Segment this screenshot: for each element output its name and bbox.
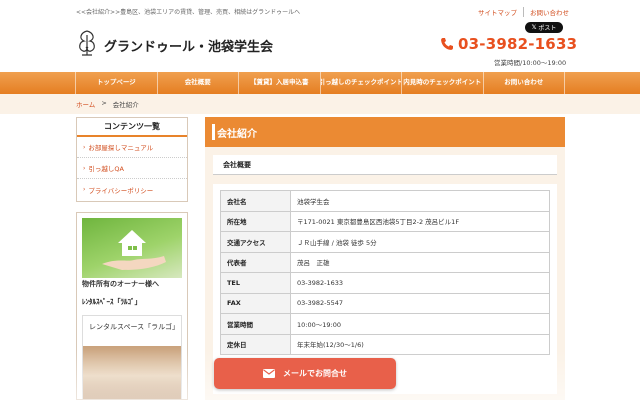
table-row: 営業時間 10:00〜19:00 — [220, 313, 550, 335]
nav-viewing-checkpoints[interactable]: 内見時のチェックポイント — [401, 72, 483, 94]
breadcrumb-home[interactable]: ホーム — [76, 99, 95, 109]
nav-moving-checkpoints[interactable]: 引っ越しのチェックポイント — [319, 72, 401, 94]
chevron-right-icon: › — [83, 164, 86, 172]
nav-top[interactable]: トップページ — [75, 72, 157, 94]
table-row: 定休日 年末年始(12/30〜1/6) — [220, 333, 550, 355]
row-key: 所在地 — [220, 210, 291, 232]
breadcrumb: ホーム > 会社紹介 — [76, 99, 139, 109]
table-row: 会社名 池袋学生会 — [220, 190, 550, 212]
envelope-icon — [263, 369, 275, 378]
site-tagline: <<会社紹介>>豊島区、池袋エリアの賃貸、管理、売買、相続はグランドゥールへ — [76, 9, 301, 16]
mail-button-label: メールでお問合せ — [283, 369, 347, 378]
sitemap-link[interactable]: サイトマップ — [474, 7, 523, 17]
breadcrumb-separator: > — [101, 99, 107, 107]
rental-space-banner[interactable]: レンタルスペース「ラルゴ」 — [82, 315, 182, 399]
global-nav: トップページ 会社概要 【賃貸】入居申込書 引っ越しのチェックポイント 内見時の… — [0, 72, 640, 94]
section-title: 会社概要 — [213, 155, 557, 175]
phone-number[interactable]: 03-3982-1633 — [440, 35, 577, 53]
owner-banner-caption: 物件所有のオーナー様へ — [82, 280, 159, 288]
sidebar-item-moving-qa[interactable]: › 引っ越しQA — [77, 158, 187, 179]
row-key: TEL — [220, 272, 291, 294]
row-key: 代表者 — [220, 251, 291, 273]
sidebar-contents: コンテンツ一覧 › お部屋探しマニュアル › 引っ越しQA › プライバシーポリ… — [76, 117, 188, 202]
nav-contact[interactable]: お問い合わせ — [482, 72, 565, 94]
table-row: TEL 03-3982-1633 — [220, 272, 550, 294]
row-key: 会社名 — [220, 190, 291, 212]
phone-icon — [441, 38, 453, 50]
sidebar-item-label: 引っ越しQA — [88, 165, 124, 173]
company-info-table: 会社名 池袋学生会 所在地 〒171-0021 東京都豊島区西池袋5丁目2-2 茂呂… — [220, 190, 550, 355]
site-header: <<会社紹介>>豊島区、池袋エリアの賃貸、管理、売買、相続はグランドゥールへ サ… — [0, 0, 640, 72]
table-row: 所在地 〒171-0021 東京都豊島区西池袋5丁目2-2 茂呂ビル1F — [220, 210, 550, 232]
sidebar-title: コンテンツ一覧 — [77, 118, 187, 137]
logo-icon — [79, 30, 95, 56]
row-value: 10:00〜19:00 — [290, 313, 550, 335]
mail-contact-button[interactable]: メールでお問合せ — [214, 358, 396, 389]
row-value: 年末年始(12/30〜1/6) — [290, 333, 550, 355]
owner-banner-image[interactable] — [82, 218, 182, 278]
table-row: FAX 03-3982-5547 — [220, 292, 550, 314]
logo-text[interactable]: グランドゥール・池袋学生会 — [104, 36, 273, 55]
breadcrumb-current: 会社紹介 — [112, 101, 139, 109]
rental-space-label: レンタルスペース「ラルゴ」 — [89, 323, 180, 331]
row-key: 営業時間 — [220, 313, 291, 335]
nav-company[interactable]: 会社概要 — [156, 72, 239, 94]
row-value: ＪＲ山手線 / 池袋 徒歩 5分 — [290, 231, 550, 253]
post-label: ポスト — [538, 25, 557, 32]
chevron-right-icon: › — [83, 186, 86, 193]
sidebar-item-privacy[interactable]: › プライバシーポリシー — [77, 179, 187, 200]
sidebar-item-label: プライバシーポリシー — [88, 186, 154, 195]
row-value: 茂呂 正雄 — [290, 251, 550, 273]
nav-application[interactable]: 【賃貸】入居申込書 — [238, 72, 320, 94]
contact-link[interactable]: お問い合わせ — [523, 7, 575, 17]
sidebar-item-label: お部屋探しマニュアル — [88, 144, 154, 152]
breadcrumb-bar: ホーム > 会社紹介 — [0, 94, 640, 114]
row-value: 池袋学生会 — [290, 190, 550, 212]
row-key: 交通アクセス — [220, 231, 291, 253]
rental-space-title: ﾚﾝﾀﾙｽﾍﾟｰｽ「ﾗﾙｺﾞ」 — [82, 298, 142, 306]
sidebar-item-room-manual[interactable]: › お部屋探しマニュアル — [77, 137, 187, 158]
row-value: 03-3982-5547 — [290, 292, 550, 314]
sidebar-banners: 物件所有のオーナー様へ ﾚﾝﾀﾙｽﾍﾟｰｽ「ﾗﾙｺﾞ」 レンタルスペース「ラルゴ… — [76, 212, 188, 400]
x-icon: 𝕏 — [531, 24, 537, 31]
row-key: 定休日 — [220, 333, 291, 355]
page-title: 会社紹介 — [205, 117, 565, 147]
house-in-hand-icon — [102, 230, 166, 270]
phone-text: 03-3982-1633 — [458, 35, 578, 53]
row-key: FAX — [220, 292, 291, 314]
table-row: 交通アクセス ＪＲ山手線 / 池袋 徒歩 5分 — [220, 231, 550, 253]
x-post-button[interactable]: 𝕏 ポスト — [525, 22, 563, 33]
row-value: 03-3982-1633 — [290, 272, 550, 294]
chevron-right-icon: › — [83, 143, 86, 151]
row-value: 〒171-0021 東京都豊島区西池袋5丁目2-2 茂呂ビル1F — [290, 210, 550, 232]
table-row: 代表者 茂呂 正雄 — [220, 251, 550, 273]
header-links: サイトマップ お問い合わせ — [474, 7, 575, 17]
business-hours: 営業時間/10:00〜19:00 — [494, 59, 567, 67]
